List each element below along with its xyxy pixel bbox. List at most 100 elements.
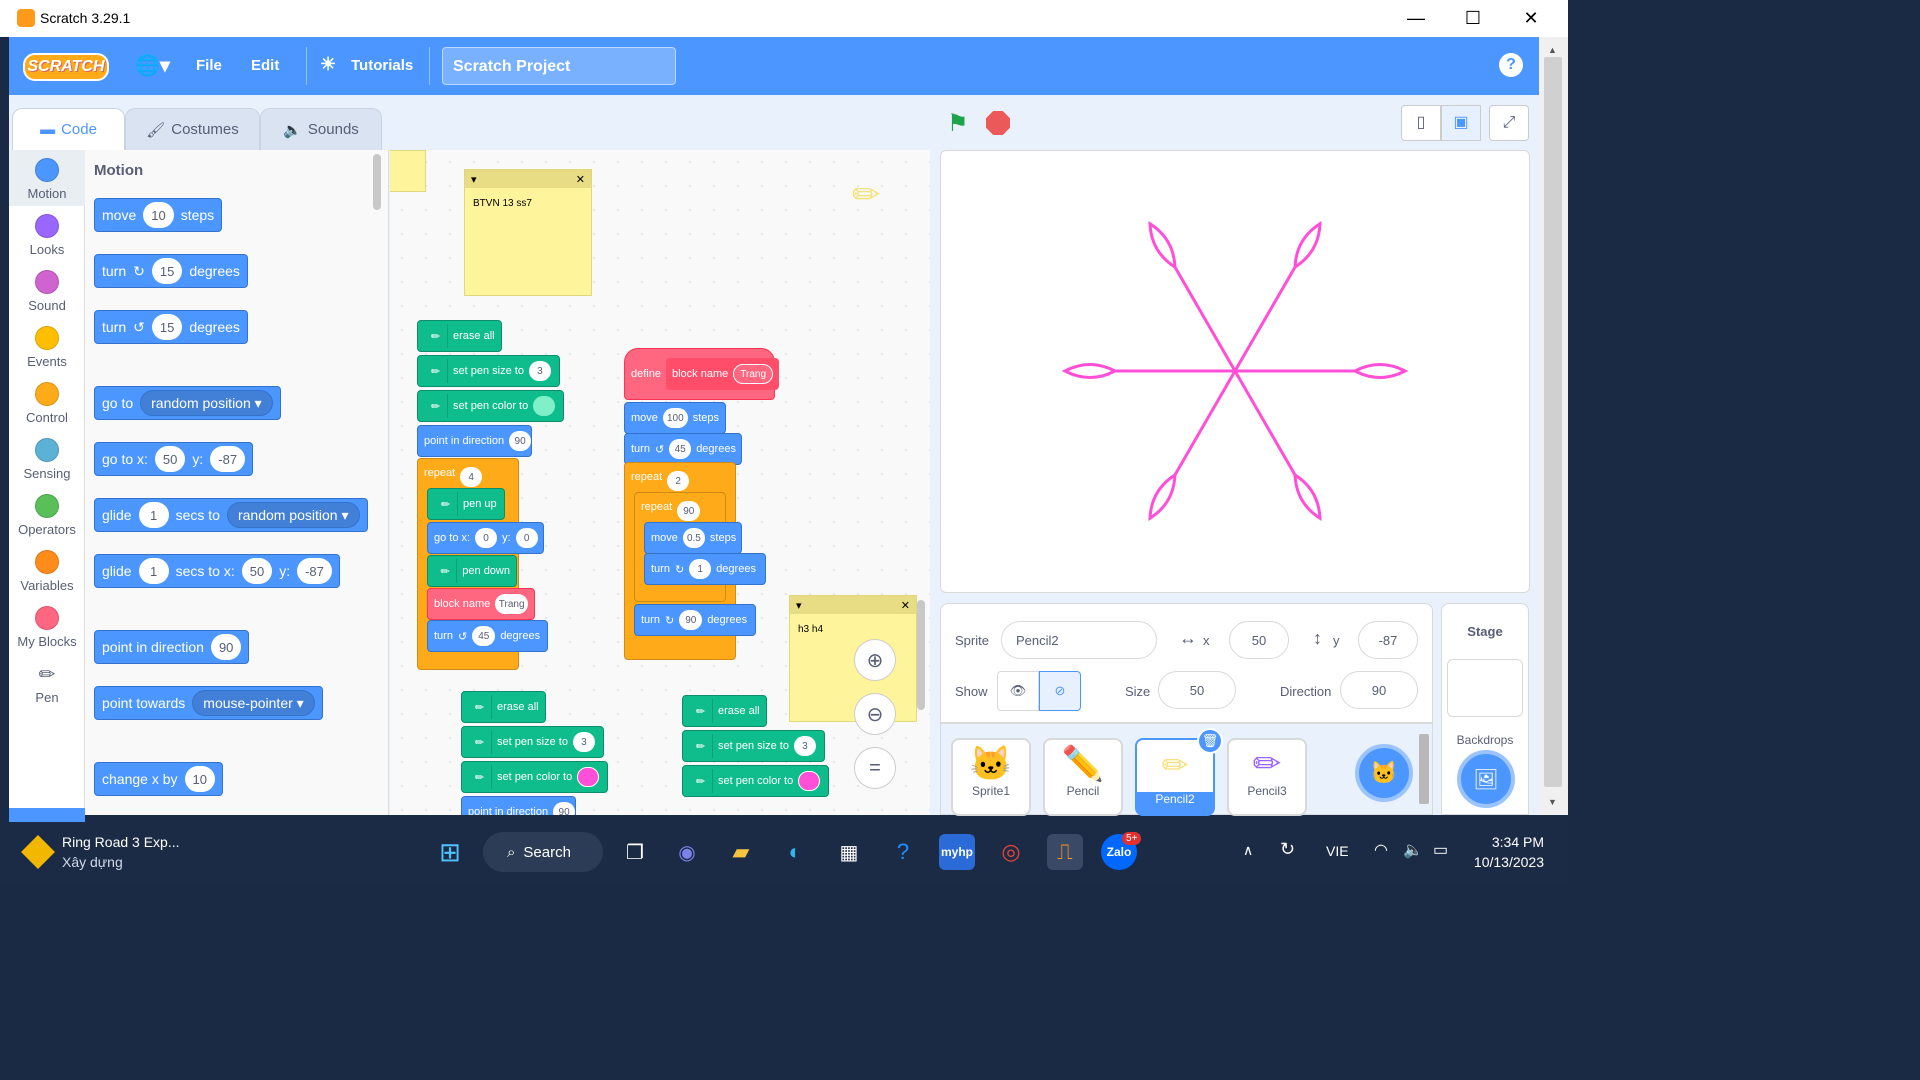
go-to-xy-block[interactable]: go to x: 0 y: 0 [427, 522, 544, 554]
help-app-icon[interactable]: ? [885, 834, 921, 870]
sprite-thumb-sprite1[interactable]: 🐱 Sprite1 [951, 738, 1031, 816]
point-direction-block[interactable]: point in direction 90 [461, 796, 576, 815]
change-x-block[interactable]: change x by 10 [94, 762, 223, 796]
set-pen-size-block[interactable]: ✏ set pen size to 3 [682, 730, 825, 762]
volume-icon[interactable]: 🔈 [1403, 840, 1423, 860]
show-eye-icon[interactable]: 👁 [997, 671, 1039, 711]
teams-icon[interactable]: ◉ [669, 834, 705, 870]
sprite-thumb-pencil[interactable]: ✏️ Pencil [1043, 738, 1123, 816]
glide-xy-block[interactable]: glide 1 secs to x: 50 y: -87 [94, 554, 340, 588]
erase-all-block[interactable]: ✏ erase all [461, 691, 546, 723]
taskbar-search[interactable]: ⌕ Search [483, 832, 603, 872]
y-input[interactable]: -87 [1358, 621, 1418, 659]
add-sprite-icon[interactable]: 🐱 [1355, 744, 1413, 802]
tab-code[interactable]: ▬ Code [12, 108, 125, 150]
edge-icon[interactable]: ◐ [777, 834, 813, 870]
maximize-button[interactable]: ☐ [1444, 0, 1502, 37]
go-to-xy-block[interactable]: go to x: 50 y: -87 [94, 442, 254, 476]
project-title-input[interactable]: Scratch Project [442, 47, 676, 85]
turn-left-block[interactable]: turn ↺ 15 degrees [94, 310, 248, 344]
x-input[interactable]: 50 [1229, 621, 1289, 659]
sprite-list-scrollbar[interactable] [1419, 734, 1429, 804]
hide-eye-icon[interactable]: ⊘ [1039, 671, 1081, 711]
category-control[interactable]: Control [9, 374, 85, 430]
task-view-icon[interactable]: ❐ [617, 834, 653, 870]
zoom-in-icon[interactable]: ⊕ [854, 639, 896, 681]
clock-date[interactable]: 10/13/2023 [1466, 854, 1544, 870]
erase-all-block[interactable]: ✏ erase all [682, 695, 767, 727]
category-looks[interactable]: Looks [9, 206, 85, 262]
pen-down-block[interactable]: ✏ pen down [427, 555, 517, 587]
chevron-up-icon[interactable]: ∧ [1243, 842, 1253, 859]
move-steps-block[interactable]: move 0.5 steps [644, 522, 742, 554]
script-area[interactable]: ▾ ✕ BTVN 13 ss7 ✏ ✏ erase all ✏ set pen siz… [390, 150, 930, 815]
stop-icon[interactable] [986, 111, 1010, 135]
store-icon[interactable]: ▦ [831, 834, 867, 870]
sync-icon[interactable]: ↻ [1280, 839, 1295, 860]
point-direction-block[interactable]: point in direction 90 [94, 630, 250, 664]
wifi-icon[interactable]: ◠ [1374, 840, 1388, 860]
globe-language-icon[interactable]: 🌐▾ [135, 53, 170, 78]
normal-stage-icon[interactable]: ▣ [1441, 105, 1481, 141]
comment-note[interactable]: ▾ ✕ BTVN 13 ss7 [464, 169, 592, 296]
turn-right-block[interactable]: turn ↻ 15 degrees [94, 254, 248, 288]
turn-left-block[interactable]: turn ↺ 45 degrees [427, 620, 548, 652]
clock-time[interactable]: 3:34 PM [1486, 834, 1544, 850]
news-title[interactable]: Ring Road 3 Exp... [62, 834, 180, 850]
tab-sounds[interactable]: 🔈 Sounds [260, 108, 382, 150]
set-pen-color-block[interactable]: ✏ set pen color to [682, 765, 829, 797]
small-stage-icon[interactable]: ▯ [1401, 105, 1441, 141]
stage-thumbnail[interactable] [1447, 659, 1523, 717]
category-events[interactable]: Events [9, 318, 85, 374]
palette-scrollbar[interactable] [373, 154, 381, 210]
fullscreen-icon[interactable]: ⤢ [1489, 105, 1529, 141]
define-block[interactable]: define block name Trang [624, 348, 780, 400]
scrollbar-thumb[interactable] [1544, 57, 1562, 787]
move-steps-block[interactable]: move 100 steps [624, 402, 726, 434]
category-operators[interactable]: Operators [9, 486, 85, 542]
chrome-icon[interactable]: ◎ [993, 834, 1029, 870]
file-menu[interactable]: File [196, 57, 222, 74]
scratch-taskbar-icon[interactable]: ⎍ [1047, 834, 1083, 870]
direction-input[interactable]: 90 [1340, 671, 1418, 709]
category-pen[interactable]: ✏ Pen [9, 654, 85, 710]
battery-icon[interactable]: ▭ [1433, 840, 1448, 860]
glide-block[interactable]: glide 1 secs to random position ▾ [94, 498, 368, 532]
stage-canvas[interactable] [940, 150, 1530, 593]
set-pen-size-block[interactable]: ✏ set pen size to 3 [461, 726, 604, 758]
pen-up-block[interactable]: ✏ pen up [427, 488, 505, 520]
scratch-logo[interactable]: SCRATCH [23, 53, 109, 81]
turn-left-block[interactable]: turn ↺ 45 degrees [624, 433, 742, 465]
delete-sprite-icon[interactable]: 🗑 [1197, 728, 1223, 754]
turn-right-block[interactable]: turn ↻ 90 degrees [634, 604, 756, 636]
file-explorer-icon[interactable]: ▰ [723, 834, 759, 870]
set-pen-color-block[interactable]: ✏ set pen color to [461, 761, 608, 793]
set-pen-size-block[interactable]: ✏ set pen size to 3 [417, 355, 560, 387]
zoom-out-icon[interactable]: ⊖ [854, 693, 896, 735]
category-sensing[interactable]: Sensing [9, 430, 85, 486]
erase-all-block[interactable]: ✏ erase all [417, 320, 502, 352]
category-my-blocks[interactable]: My Blocks [9, 598, 85, 654]
window-scrollbar[interactable]: ▲ ▼ [1539, 37, 1568, 815]
green-flag-icon[interactable]: ⚑ [947, 109, 969, 138]
sprite-name-input[interactable]: Pencil2 [1001, 621, 1157, 659]
add-backdrop-icon[interactable]: 🖼 [1457, 750, 1515, 808]
windows-start-icon[interactable]: ⊞ [432, 834, 468, 870]
go-to-block[interactable]: go to random position ▾ [94, 386, 281, 420]
stage-selector[interactable]: Stage Backdrops 🖼 [1441, 603, 1529, 815]
category-variables[interactable]: Variables [9, 542, 85, 598]
zoom-reset-icon[interactable]: = [854, 747, 896, 789]
sprite-thumb-pencil3[interactable]: ✏ Pencil3 [1227, 738, 1307, 816]
point-towards-block[interactable]: point towards mouse-pointer ▾ [94, 686, 323, 720]
custom-block-call[interactable]: block name Trang [427, 588, 535, 620]
language-indicator[interactable]: VIE [1326, 843, 1349, 859]
move-steps-block[interactable]: move 10 steps [94, 198, 223, 232]
comment-note[interactable]: ▾ ✕ h3 h4 [789, 595, 917, 722]
minimize-button[interactable]: — [1387, 0, 1445, 37]
size-input[interactable]: 50 [1158, 671, 1236, 709]
category-motion[interactable]: Motion [9, 150, 85, 206]
edit-menu[interactable]: Edit [251, 57, 279, 74]
script-scrollbar[interactable] [917, 600, 925, 710]
set-pen-color-block[interactable]: ✏ set pen color to [417, 390, 564, 422]
tab-costumes[interactable]: 🖌 Costumes [125, 108, 260, 150]
